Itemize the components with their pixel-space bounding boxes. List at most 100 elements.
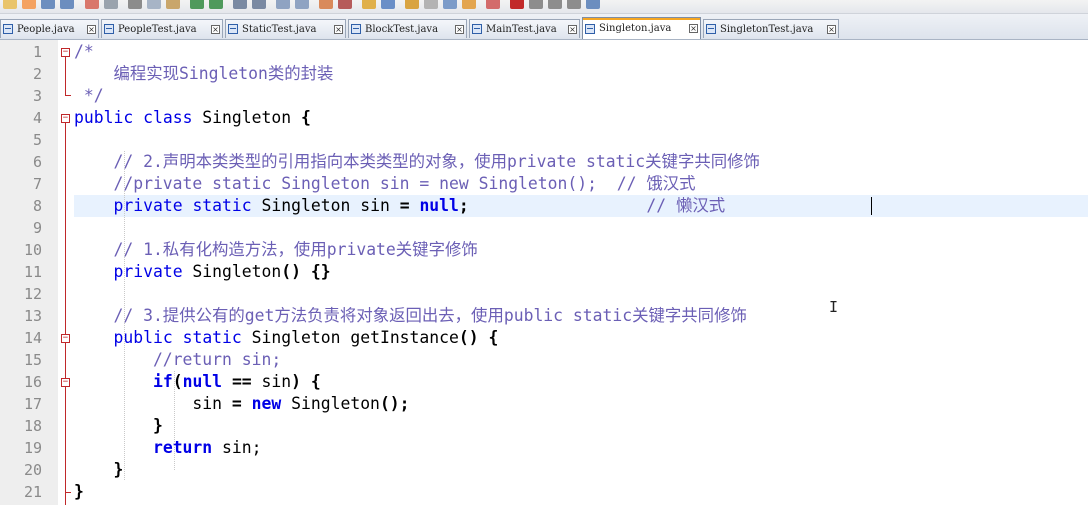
save-macro-icon[interactable] xyxy=(586,0,600,9)
play-macro-icon[interactable] xyxy=(548,0,562,9)
code-text[interactable]: public class Singleton { xyxy=(74,107,311,129)
close-tab-icon[interactable]: × xyxy=(334,24,343,34)
doc-map-icon[interactable] xyxy=(424,0,438,9)
code-line[interactable]: 21} xyxy=(0,481,1088,503)
find-icon[interactable] xyxy=(233,0,247,9)
save-icon[interactable] xyxy=(41,0,55,9)
function-list-icon[interactable] xyxy=(443,0,457,9)
code-line[interactable]: 1 /* xyxy=(0,41,1088,63)
code-line[interactable]: 13 // 3.提供公有的get方法负责将对象返回出去，使用public sta… xyxy=(0,305,1088,327)
close-tab-icon[interactable]: × xyxy=(87,24,96,34)
record-macro-icon[interactable] xyxy=(510,0,524,9)
code-text[interactable]: } xyxy=(74,459,123,481)
tab-blocktest-java[interactable]: BlockTest.java × xyxy=(348,19,467,38)
cut-icon[interactable] xyxy=(128,0,142,9)
code-line[interactable]: 2 编程实现Singleton类的封装 xyxy=(0,63,1088,85)
close-file-icon[interactable] xyxy=(85,0,99,9)
code-token: = xyxy=(399,196,410,215)
code-editor[interactable]: 1/* 2 编程实现Singleton类的封装 3 */4 public class … xyxy=(0,40,1088,505)
code-line[interactable]: 18 } xyxy=(0,415,1088,437)
code-text[interactable]: //return sin; xyxy=(74,349,281,371)
file-icon xyxy=(706,24,716,34)
zoom-in-icon[interactable] xyxy=(276,0,290,9)
close-tab-icon[interactable]: × xyxy=(689,24,698,33)
fold-toggle-icon[interactable]: − xyxy=(61,114,70,123)
fold-toggle-icon[interactable]: − xyxy=(61,48,70,57)
code-line[interactable]: 10 // 1.私有化构造方法，使用private关键字修饰 xyxy=(0,239,1088,261)
tab-singleton-java[interactable]: Singleton.java × xyxy=(582,17,701,39)
code-text[interactable]: return sin; xyxy=(74,437,262,459)
code-line[interactable]: 4 public class Singleton { xyxy=(0,107,1088,129)
fold-toggle-icon[interactable]: − xyxy=(61,378,70,387)
redo-icon[interactable] xyxy=(209,0,223,9)
code-text[interactable]: // 2.声明本类类型的引用指向本类类型的对象，使用private static… xyxy=(74,151,759,173)
code-line[interactable]: 12 xyxy=(0,283,1088,305)
tab-singletontest-java[interactable]: SingletonTest.java × xyxy=(703,19,839,38)
line-number: 11 xyxy=(23,263,42,281)
user-language-icon[interactable] xyxy=(405,0,419,9)
monitoring-icon[interactable] xyxy=(486,0,500,9)
code-text[interactable]: private Singleton() {} xyxy=(74,261,330,283)
undo-icon[interactable] xyxy=(190,0,204,9)
code-line[interactable]: 14 public static Singleton getInstance()… xyxy=(0,327,1088,349)
save-all-icon[interactable] xyxy=(60,0,74,9)
tab-statictest-java[interactable]: StaticTest.java × xyxy=(225,19,346,38)
code-token: //return sin; xyxy=(74,350,282,369)
code-token: if xyxy=(152,372,173,391)
code-text[interactable]: 编程实现Singleton类的封装 xyxy=(74,63,333,85)
file-icon xyxy=(228,24,238,34)
code-text[interactable]: // 1.私有化构造方法，使用private关键字修饰 xyxy=(74,239,477,261)
new-file-icon[interactable] xyxy=(3,0,17,9)
close-tab-icon[interactable]: × xyxy=(568,24,577,34)
code-line[interactable]: 16 if(null == sin) { xyxy=(0,371,1088,393)
tab-maintest-java[interactable]: MainTest.java × xyxy=(469,19,580,38)
tab-people-java[interactable]: People.java × xyxy=(0,19,99,38)
close-tab-icon[interactable]: × xyxy=(211,24,220,34)
paste-icon[interactable] xyxy=(166,0,180,9)
print-icon[interactable] xyxy=(104,0,118,9)
code-line[interactable]: 9 xyxy=(0,217,1088,239)
zoom-out-icon[interactable] xyxy=(295,0,309,9)
code-token: public xyxy=(74,108,134,127)
fold-toggle-icon[interactable]: − xyxy=(61,334,70,343)
code-line[interactable]: 7 //private static Singleton sin = new S… xyxy=(0,173,1088,195)
line-number: 19 xyxy=(23,439,42,457)
code-line[interactable]: 17 sin = new Singleton(); xyxy=(0,393,1088,415)
replace-icon[interactable] xyxy=(252,0,266,9)
code-line[interactable]: 19 return sin; xyxy=(0,437,1088,459)
code-line[interactable]: 15 //return sin; xyxy=(0,349,1088,371)
code-text[interactable]: } xyxy=(74,481,84,503)
tab-peopletest-java[interactable]: PeopleTest.java × xyxy=(101,19,223,38)
code-line[interactable]: 8 private static Singleton sin = null; /… xyxy=(33,195,1088,217)
close-tab-icon[interactable]: × xyxy=(827,24,836,34)
file-icon xyxy=(3,24,13,34)
line-number: 5 xyxy=(32,131,42,149)
code-line[interactable]: 11 private Singleton() {} xyxy=(0,261,1088,283)
code-token: */ xyxy=(74,86,104,105)
code-text[interactable]: /* xyxy=(74,41,94,63)
code-text[interactable]: public static Singleton getInstance() { xyxy=(74,327,498,349)
fold-end-mark xyxy=(65,492,71,493)
code-token: sin xyxy=(74,394,232,413)
code-line[interactable]: 6 // 2.声明本类类型的引用指向本类类型的对象，使用private stat… xyxy=(0,151,1088,173)
open-file-icon[interactable] xyxy=(22,0,36,9)
code-line[interactable]: 3 */ xyxy=(0,85,1088,107)
run-macro-multiple-icon[interactable] xyxy=(567,0,581,9)
folder-workspace-icon[interactable] xyxy=(462,0,476,9)
close-tab-icon[interactable]: × xyxy=(455,24,464,34)
code-line[interactable]: 20 } xyxy=(0,459,1088,481)
code-text[interactable]: private static Singleton sin = null; // … xyxy=(74,195,725,217)
copy-icon[interactable] xyxy=(147,0,161,9)
stop-macro-icon[interactable] xyxy=(529,0,543,9)
indent-guide-icon[interactable] xyxy=(381,0,395,9)
sync-scroll-icon[interactable] xyxy=(319,0,333,9)
code-text[interactable]: if(null == sin) { xyxy=(74,371,321,393)
word-wrap-icon[interactable] xyxy=(338,0,352,9)
show-symbols-icon[interactable] xyxy=(362,0,376,9)
code-line[interactable]: 5 xyxy=(0,129,1088,151)
code-text[interactable]: //private static Singleton sin = new Sin… xyxy=(74,173,695,195)
code-text[interactable]: */ xyxy=(74,85,104,107)
code-text[interactable]: } xyxy=(74,415,163,437)
code-text[interactable]: // 3.提供公有的get方法负责将对象返回出去，使用public static… xyxy=(74,305,746,327)
